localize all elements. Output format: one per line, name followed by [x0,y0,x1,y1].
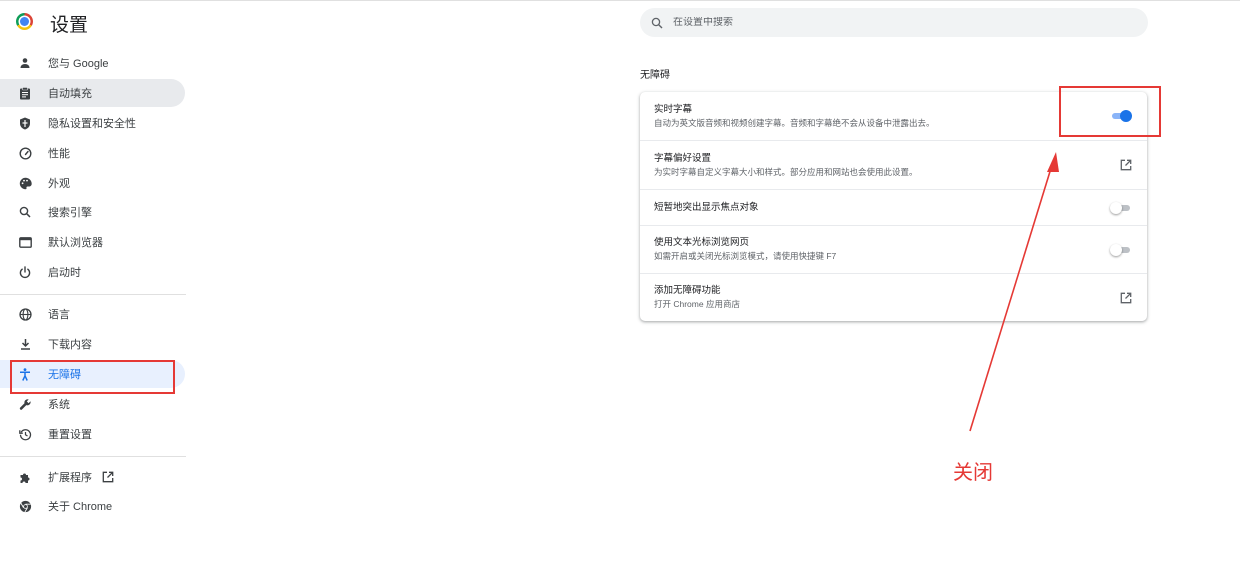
sidebar-item-label: 下载内容 [48,339,92,351]
sidebar-item-languages[interactable]: 语言 [0,300,185,328]
sidebar-item-label: 启动时 [48,267,81,279]
annotation-label: 关闭 [953,462,993,484]
search-icon [18,205,32,219]
sidebar-item-default-browser[interactable]: 默认浏览器 [0,228,185,256]
browser-window-icon [18,235,32,249]
sidebar-item-on-startup[interactable]: 启动时 [0,258,185,286]
setting-title: 使用文本光标浏览网页 [654,237,750,248]
sidebar-item-label: 性能 [48,148,70,160]
sidebar-item-label: 外观 [48,178,70,190]
setting-description: 打开 Chrome 应用商店 [654,299,740,309]
external-link-icon[interactable] [1120,159,1132,171]
setting-title: 短暂地突出显示焦点对象 [654,201,759,213]
sidebar-item-autofill[interactable]: 自动填充 [0,79,185,107]
sidebar-item-label: 您与 Google [48,58,109,70]
reset-history-icon [18,427,32,441]
download-icon [18,337,32,351]
globe-icon [18,307,32,321]
setting-description: 为实时字幕自定义字幕大小和样式。部分应用和网站也会使用此设置。 [654,166,918,177]
annotation-highlight-box [1059,86,1161,137]
sidebar-item-label: 扩展程序 [48,472,92,484]
sidebar-item-label: 关于 Chrome [48,501,113,513]
sidebar-item-reset-settings[interactable]: 重置设置 [0,420,185,448]
sidebar-item-search-engine[interactable]: 搜索引擎 [0,198,185,226]
clipboard-icon [18,86,32,100]
power-icon [18,265,32,279]
sidebar-item-performance[interactable]: 性能 [0,139,185,167]
window-top-border [0,0,1240,1]
chrome-logo-icon [16,13,33,30]
setting-title: 字幕偏好设置 [654,152,712,164]
settings-search-bar[interactable] [640,8,1148,37]
sidebar-item-about-chrome[interactable]: 关于 Chrome [0,492,185,520]
setting-title: 添加无障碍功能 [654,285,721,296]
sidebar-item-system[interactable]: 系统 [0,390,185,418]
setting-row-caret-browsing[interactable]: 使用文本光标浏览网页 如需开启或关闭光标浏览模式，请使用快捷键 F7 [640,226,1147,273]
annotation-highlight-box [10,360,175,394]
sidebar-item-label: 语言 [48,309,70,321]
setting-description: 如需开启或关闭光标浏览模式，请使用快捷键 F7 [654,251,837,261]
caret-browsing-toggle[interactable] [1110,243,1132,256]
external-link-icon[interactable] [1120,292,1132,304]
chrome-icon [18,499,32,513]
sidebar-divider [0,294,186,295]
sidebar-item-label: 自动填充 [48,88,92,100]
search-icon [651,17,663,29]
sidebar-item-label: 默认浏览器 [48,237,103,249]
sidebar-item-label: 重置设置 [48,429,92,441]
sidebar-item-extensions[interactable]: 扩展程序 [0,463,185,491]
sidebar-item-downloads[interactable]: 下载内容 [0,330,185,358]
palette-icon [18,176,32,190]
focus-highlight-toggle[interactable] [1110,201,1132,214]
sidebar-item-label: 隐私设置和安全性 [48,118,136,130]
sidebar-item-label: 系统 [48,399,70,411]
setting-row-caption-preferences[interactable]: 字幕偏好设置 为实时字幕自定义字幕大小和样式。部分应用和网站也会使用此设置。 [640,141,1147,189]
search-input[interactable] [673,17,1113,28]
wrench-icon [18,397,32,411]
shield-icon [18,116,32,130]
page-title: 设置 [50,15,89,36]
sidebar-item-privacy[interactable]: 隐私设置和安全性 [0,109,185,137]
sidebar-item-label: 搜索引擎 [48,207,92,219]
setting-title: 实时字幕 [654,103,693,115]
setting-row-add-accessibility-features[interactable]: 添加无障碍功能 打开 Chrome 应用商店 [640,274,1147,321]
setting-row-focus-highlight[interactable]: 短暂地突出显示焦点对象 [640,190,1147,225]
external-link-icon [102,471,114,483]
sidebar-item-you-and-google[interactable]: 您与 Google [0,49,185,77]
speedometer-icon [18,146,32,160]
person-icon [18,56,32,70]
sidebar-divider [0,456,186,457]
puzzle-icon [18,470,32,484]
section-title: 无障碍 [640,70,670,81]
setting-description: 自动为英文版音频和视频创建字幕。音频和字幕绝不会从设备中泄露出去。 [654,117,935,128]
sidebar-item-appearance[interactable]: 外观 [0,169,185,197]
